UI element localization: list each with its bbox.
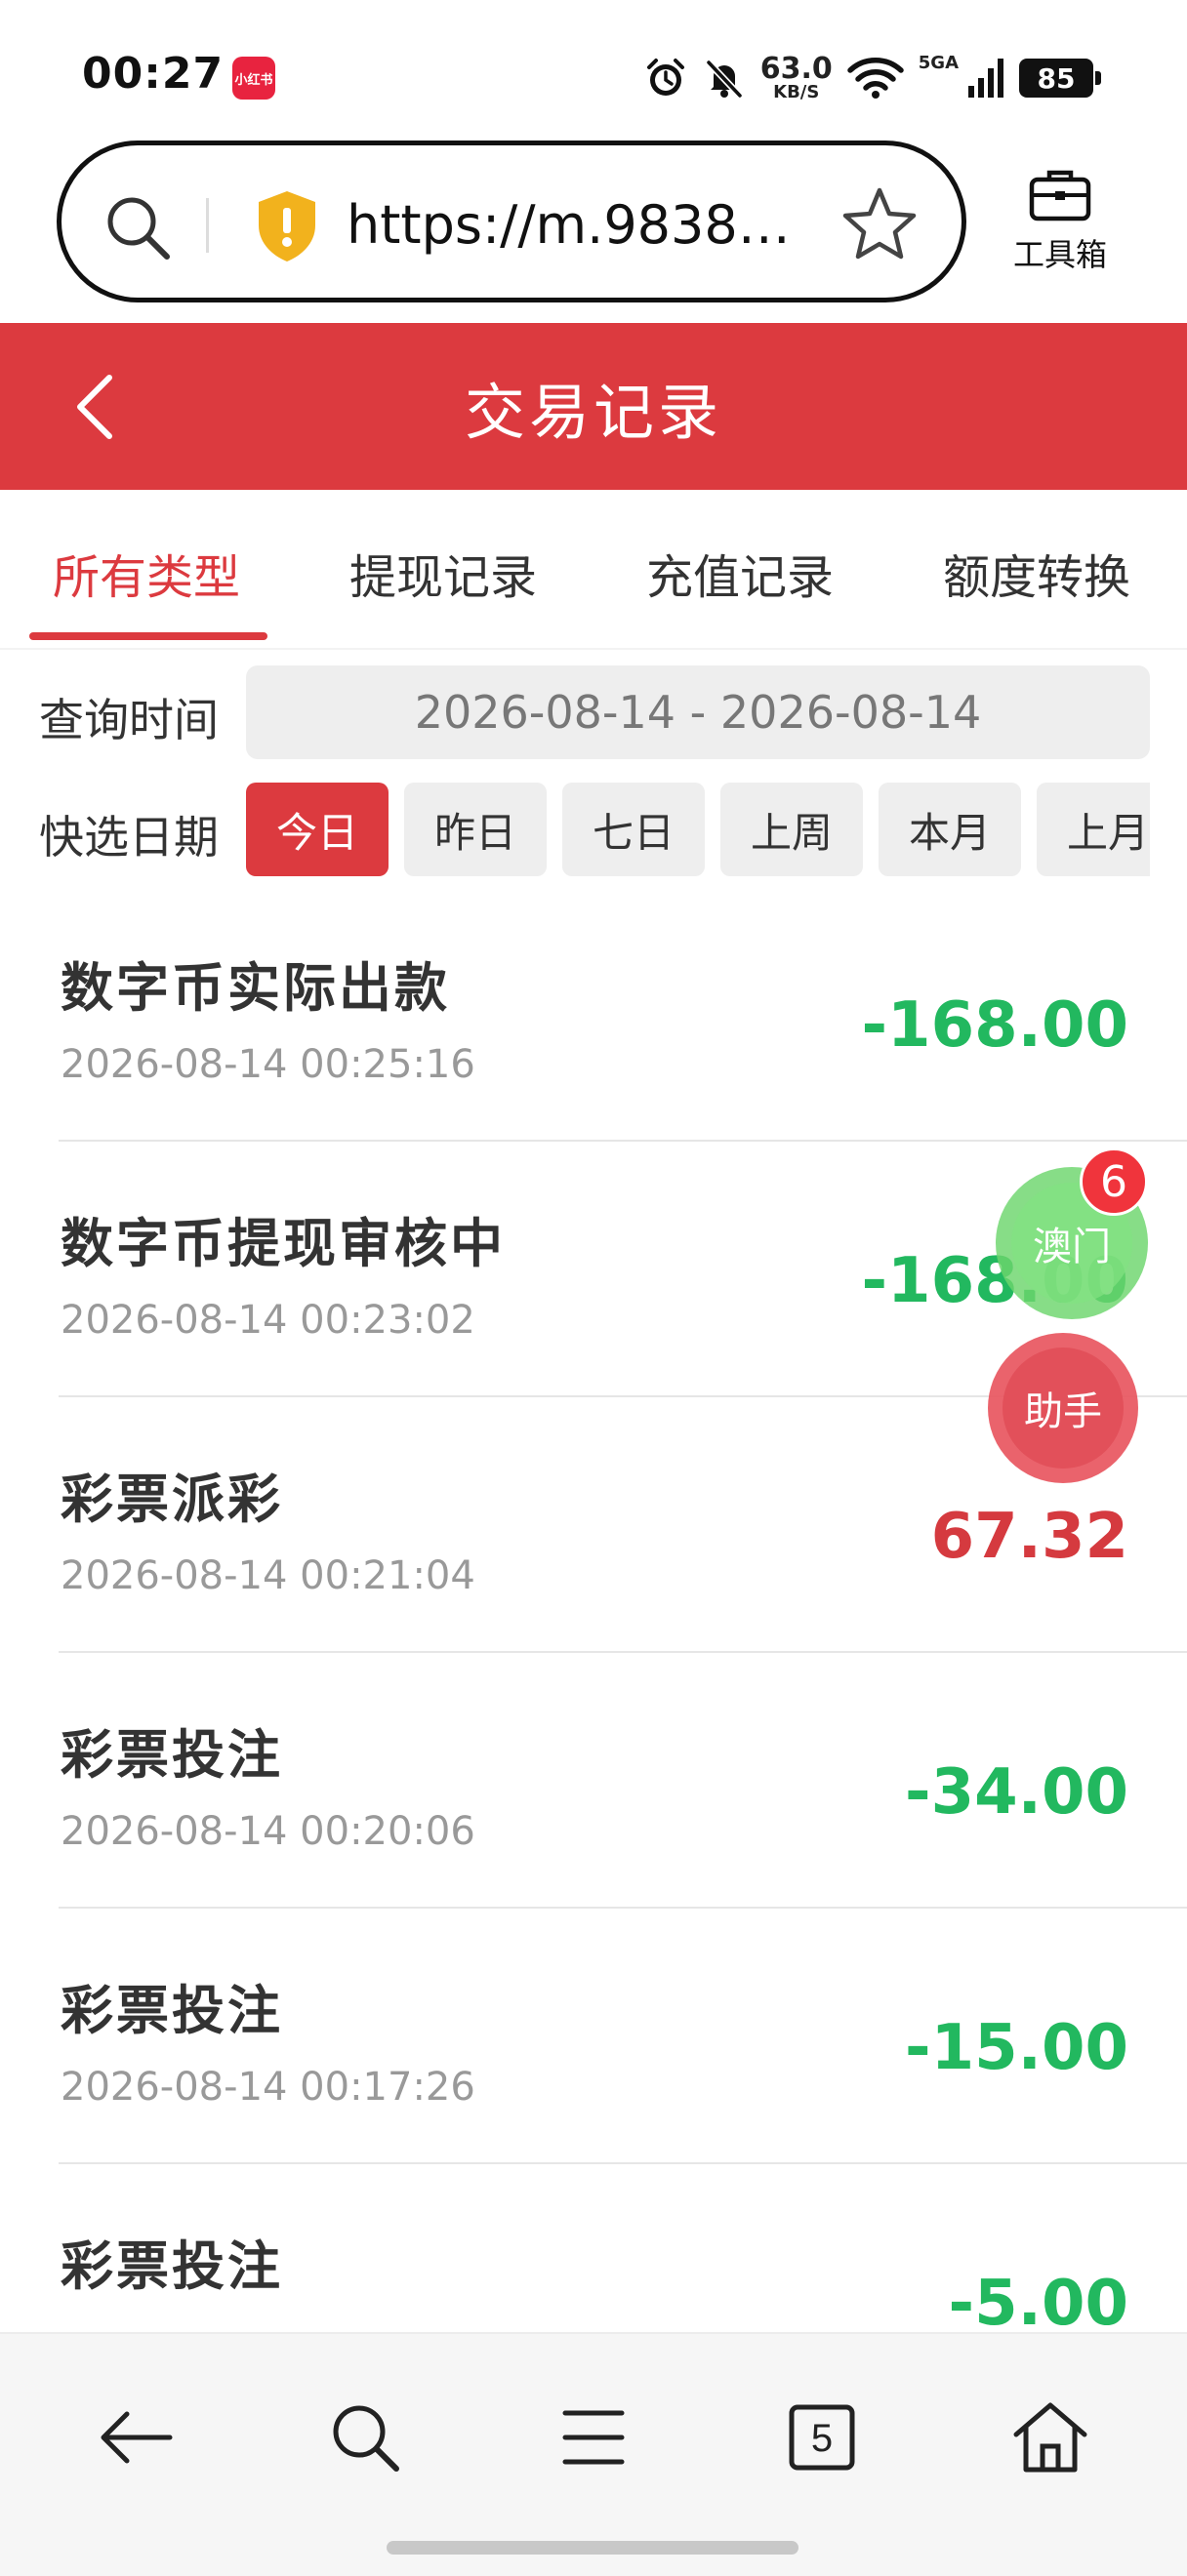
transaction-list: 数字币实际出款 2026-08-14 00:25:16 -168.00 数字币提… bbox=[0, 886, 1187, 2332]
nav-search-button[interactable] bbox=[316, 2389, 414, 2486]
network-speed-value: 63.0 bbox=[759, 52, 833, 86]
xiaohongshu-app-icon: 小红书 bbox=[232, 57, 275, 100]
network-speed-unit: KB/S bbox=[773, 82, 820, 102]
transaction-row[interactable]: 彩票投注 2026-08-14 00:20:06 -34.00 bbox=[0, 1653, 1187, 1909]
tab-withdrawal-records[interactable]: 提现记录 bbox=[349, 539, 537, 607]
back-arrow-icon bbox=[101, 2411, 173, 2464]
chip-yesterday[interactable]: 昨日 bbox=[404, 783, 547, 876]
transaction-row[interactable]: 彩票投注 2026-08-14 00:17:26 -15.00 bbox=[0, 1909, 1187, 2164]
alarm-icon bbox=[646, 59, 684, 96]
transaction-title: 数字币提现审核中 bbox=[61, 1213, 506, 1274]
page-title: 交易记录 bbox=[464, 376, 722, 448]
url-text[interactable]: https://m.98388... bbox=[347, 194, 796, 256]
back-chevron-icon[interactable] bbox=[59, 368, 137, 446]
notification-badge: 6 bbox=[1080, 1147, 1148, 1216]
transaction-time: 2026-08-14 00:23:02 bbox=[61, 1298, 475, 1343]
tab-deposit-records[interactable]: 充值记录 bbox=[646, 539, 834, 607]
chip-last-month[interactable]: 上月 bbox=[1037, 783, 1150, 876]
transaction-time: 2026-08-14 00:25:16 bbox=[61, 1042, 475, 1087]
page-header: 交易记录 bbox=[0, 323, 1187, 490]
status-time: 00:27 bbox=[82, 49, 225, 99]
toolbox-icon bbox=[1029, 170, 1091, 221]
query-time-row: 查询时间 2026-08-14 - 2026-08-14 bbox=[0, 665, 1187, 759]
network-speed: 63.0 KB/S bbox=[760, 55, 833, 101]
home-gesture-bar[interactable] bbox=[387, 2541, 798, 2555]
tab-count: 5 bbox=[811, 2417, 833, 2460]
search-icon bbox=[333, 2405, 399, 2472]
browser-toolbar: https://m.98388... 工具箱 bbox=[0, 137, 1187, 322]
record-type-tabs: 所有类型 提现记录 充值记录 额度转换 bbox=[0, 490, 1187, 650]
toolbox-button[interactable]: 工具箱 bbox=[1000, 166, 1121, 275]
nav-home-button[interactable] bbox=[1002, 2389, 1099, 2486]
transaction-row[interactable]: 彩票投注 -5.00 bbox=[0, 2164, 1187, 2332]
nav-tabs-button[interactable]: 5 bbox=[773, 2389, 871, 2486]
menu-icon bbox=[562, 2410, 625, 2465]
quick-date-label: 快选日期 bbox=[39, 811, 219, 864]
address-bar-divider bbox=[206, 198, 209, 253]
transaction-title: 数字币实际出款 bbox=[61, 957, 450, 1019]
cellular-signal-icon bbox=[968, 59, 1003, 98]
helper-float-button[interactable]: 助手 bbox=[988, 1333, 1138, 1483]
transaction-row[interactable]: 数字币实际出款 2026-08-14 00:25:16 -168.00 bbox=[0, 886, 1187, 1142]
transaction-time: 2026-08-14 00:21:04 bbox=[61, 1553, 475, 1598]
transaction-title: 彩票投注 bbox=[61, 2235, 283, 2297]
transaction-title: 彩票派彩 bbox=[61, 1469, 283, 1530]
wifi-icon bbox=[847, 57, 904, 99]
active-tab-indicator bbox=[29, 632, 267, 640]
transaction-amount: 67.32 bbox=[930, 1501, 1128, 1573]
transaction-amount: -5.00 bbox=[948, 2268, 1128, 2332]
bookmark-star-icon[interactable] bbox=[839, 182, 921, 264]
address-bar[interactable]: https://m.98388... bbox=[57, 141, 966, 302]
bell-muted-icon bbox=[706, 60, 743, 99]
toolbox-label: 工具箱 bbox=[1012, 236, 1107, 273]
date-range-input[interactable]: 2026-08-14 - 2026-08-14 bbox=[246, 665, 1150, 759]
query-time-label: 查询时间 bbox=[39, 694, 219, 746]
quick-date-chips: 今日 昨日 七日 上周 本月 上月 bbox=[246, 783, 1150, 876]
browser-bottom-nav: 5 bbox=[0, 2332, 1187, 2576]
transaction-amount: -34.00 bbox=[905, 1756, 1128, 1829]
chip-seven-days[interactable]: 七日 bbox=[562, 783, 705, 876]
tab-all-types[interactable]: 所有类型 bbox=[53, 539, 240, 607]
helper-float-label: 助手 bbox=[1003, 1348, 1124, 1469]
transaction-time: 2026-08-14 00:20:06 bbox=[61, 1809, 475, 1854]
home-icon bbox=[1013, 2402, 1087, 2473]
chip-this-month[interactable]: 本月 bbox=[879, 783, 1021, 876]
status-bar: 00:27 小红书 63.0 KB/S 5GA 85 bbox=[0, 0, 1187, 146]
security-warning-shield-icon[interactable] bbox=[253, 188, 321, 264]
battery-indicator: 85 bbox=[1019, 59, 1101, 98]
nav-menu-button[interactable] bbox=[545, 2389, 642, 2486]
network-type-label: 5GA bbox=[918, 53, 959, 73]
transaction-title: 彩票投注 bbox=[61, 1724, 283, 1786]
transaction-amount: -168.00 bbox=[861, 989, 1128, 1062]
chip-last-week[interactable]: 上周 bbox=[720, 783, 863, 876]
chip-today[interactable]: 今日 bbox=[246, 783, 389, 876]
transaction-time: 2026-08-14 00:17:26 bbox=[61, 2065, 475, 2110]
nav-back-button[interactable] bbox=[88, 2389, 185, 2486]
search-icon[interactable] bbox=[101, 190, 175, 264]
tab-credit-transfer[interactable]: 额度转换 bbox=[943, 539, 1130, 607]
quick-date-row: 快选日期 今日 昨日 七日 上周 本月 上月 bbox=[0, 783, 1187, 876]
status-icons: 63.0 KB/S 5GA 85 bbox=[643, 49, 1101, 107]
tabs-icon: 5 bbox=[789, 2404, 855, 2471]
transaction-title: 彩票投注 bbox=[61, 1980, 283, 2041]
transaction-amount: -15.00 bbox=[905, 2012, 1128, 2084]
